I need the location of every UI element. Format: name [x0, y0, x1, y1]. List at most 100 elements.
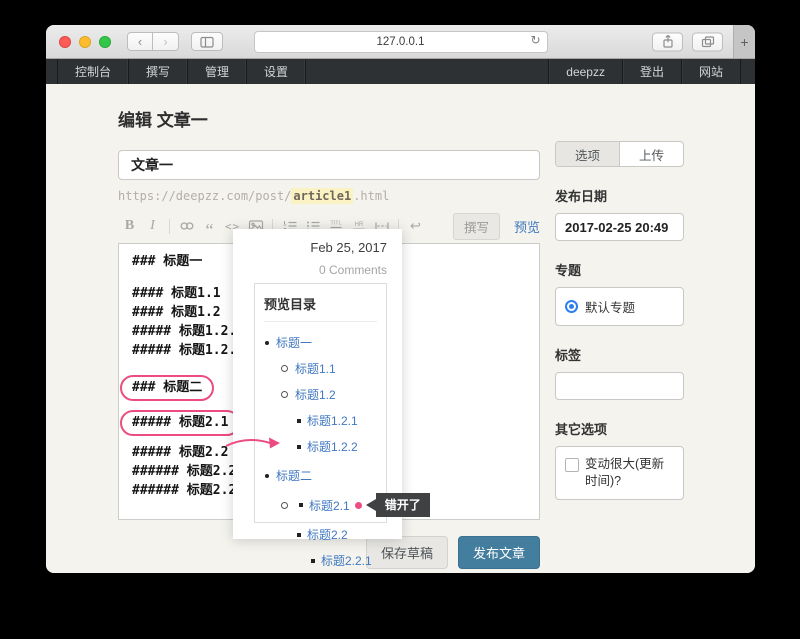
italic-icon[interactable]: I [141, 218, 164, 234]
navbar-right: deepzz 登出 网站 [548, 59, 741, 84]
svg-text:HR: HR [354, 222, 363, 228]
zoom-button[interactable] [99, 36, 111, 48]
checkbox-unchecked-icon[interactable] [565, 458, 579, 472]
tabs-icon [700, 34, 716, 50]
url-prefix: https://deepzz.com/post/ [118, 189, 291, 203]
page-content: 编辑 文章一 https://deepzz.com/post/article1.… [46, 84, 755, 573]
toolbar-divider [169, 219, 170, 234]
annotation-circle: ##### 标题2.1 [120, 410, 240, 436]
toc-link[interactable]: 标题一 [276, 334, 312, 351]
toc-item: 标题2.2 [264, 526, 386, 543]
sidebar-toggle-icon [199, 34, 215, 50]
disc-bullet-icon [265, 474, 269, 478]
toc-link[interactable]: 标题1.1 [295, 360, 336, 377]
annotation-tooltip: 错开了 [376, 493, 430, 517]
tags-input[interactable] [555, 372, 684, 400]
toc-item: 标题一 [264, 334, 386, 351]
radio-selected-icon[interactable] [565, 300, 578, 313]
tab-overview-button[interactable] [692, 32, 723, 51]
circle-bullet-icon [281, 391, 288, 398]
page-title: 编辑 文章一 [118, 106, 540, 131]
toc-link[interactable]: 标题二 [276, 467, 312, 484]
post-title-input[interactable] [118, 150, 540, 180]
topic-option-row[interactable]: 默认专题 [565, 297, 674, 316]
sidebar-toggle-button[interactable] [191, 32, 223, 51]
toc-item: 标题1.2 [264, 386, 386, 403]
topic-option-label: 默认专题 [585, 297, 635, 316]
minimize-button[interactable] [79, 36, 91, 48]
nav-item-settings[interactable]: 设置 [247, 59, 306, 84]
new-tab-button[interactable]: + [733, 25, 755, 58]
reload-icon[interactable]: ↻ [530, 33, 540, 47]
share-icon [660, 34, 676, 50]
options-sidebar: 选项 上传 发布日期 专题 默认专题 标签 其它选项 变动很大(更新时间)? [555, 141, 684, 500]
post-url-preview: https://deepzz.com/post/article1.html [118, 189, 540, 203]
toc-title: 预览目录 [264, 294, 377, 322]
other-options-box: 变动很大(更新时间)? [555, 446, 684, 500]
publish-date-label: 发布日期 [555, 186, 684, 205]
preview-toc-box: 预览目录 标题一 标题1.1 标题1.2 标题1.2.1 标题1.2.2 标题二… [254, 283, 387, 523]
square-bullet-icon [297, 445, 301, 449]
toc-link[interactable]: 标题1.2.2 [307, 438, 358, 455]
nav-item-logout[interactable]: 登出 [622, 59, 681, 84]
disc-bullet-icon [265, 341, 269, 345]
toc-link[interactable]: 标题1.2.1 [307, 412, 358, 429]
annotation-arrow [224, 434, 282, 459]
preview-overlay: Feb 25, 2017 0 Comments 预览目录 标题一 标题1.1 标… [233, 229, 402, 539]
preview-mode-link[interactable]: 预览 [514, 217, 540, 236]
square-bullet-icon [297, 419, 301, 423]
nav-item-username[interactable]: deepzz [548, 59, 622, 84]
topic-box: 默认专题 [555, 287, 684, 326]
app-navbar: 控制台 撰写 管理 设置 deepzz 登出 网站 [46, 59, 755, 84]
history-buttons: ‹ › [127, 32, 179, 51]
blockquote-icon[interactable]: “ [198, 217, 221, 235]
write-mode-button[interactable]: 撰写 [453, 213, 500, 240]
link-icon[interactable] [175, 218, 198, 234]
close-button[interactable] [59, 36, 71, 48]
nav-item-write[interactable]: 撰写 [129, 59, 188, 84]
publish-date-input[interactable] [555, 213, 684, 241]
annotation-dot [355, 502, 362, 509]
url-slug-highlight: article1 [291, 188, 353, 204]
preview-comments-count: 0 Comments [233, 255, 402, 277]
toc-item: 标题2.2.1 [264, 552, 386, 569]
toc-item-misaligned: 标题2.1 错开了 [264, 493, 386, 517]
toc-link[interactable]: 标题2.2.1 [321, 552, 372, 569]
tab-options[interactable]: 选项 [556, 142, 620, 166]
url-suffix: .html [353, 189, 389, 203]
toc-link[interactable]: 标题1.2 [295, 386, 336, 403]
address-bar[interactable]: 127.0.0.1 ↻ [254, 31, 548, 53]
titlebar-right-buttons [652, 32, 723, 51]
url-text: 127.0.0.1 [377, 36, 425, 48]
nav-item-manage[interactable]: 管理 [188, 59, 247, 84]
svg-text:TITL: TITL [330, 221, 341, 227]
undo-icon[interactable]: ↩ [404, 218, 427, 234]
annotation-circle: ### 标题二 [120, 375, 214, 401]
toc-item: 标题二 [264, 467, 386, 484]
circle-bullet-icon [281, 502, 288, 509]
publish-button[interactable]: 发布文章 [458, 536, 540, 569]
nav-item-console[interactable]: 控制台 [57, 59, 129, 84]
browser-titlebar: ‹ › 127.0.0.1 ↻ + [46, 25, 755, 59]
toc-link[interactable]: 标题2.1 [309, 497, 350, 514]
share-button[interactable] [652, 32, 683, 51]
square-bullet-icon [299, 503, 303, 507]
preview-date: Feb 25, 2017 [233, 229, 402, 255]
tags-label: 标签 [555, 345, 684, 364]
circle-bullet-icon [281, 365, 288, 372]
major-change-option-row[interactable]: 变动很大(更新时间)? [565, 456, 674, 490]
other-options-label: 其它选项 [555, 419, 684, 438]
forward-button[interactable]: › [153, 32, 179, 51]
traffic-lights [59, 36, 111, 48]
toc-item: 标题1.2.2 [264, 438, 386, 455]
toc-item: 标题1.1 [264, 360, 386, 377]
bold-icon[interactable]: B [118, 218, 141, 234]
nav-item-site[interactable]: 网站 [681, 59, 741, 84]
square-bullet-icon [297, 533, 301, 537]
sidebar-tabs: 选项 上传 [555, 141, 684, 167]
back-button[interactable]: ‹ [127, 32, 153, 51]
tab-upload[interactable]: 上传 [620, 142, 683, 166]
square-bullet-icon [311, 559, 315, 563]
major-change-label: 变动很大(更新时间)? [585, 456, 674, 490]
toc-link[interactable]: 标题2.2 [307, 526, 348, 543]
